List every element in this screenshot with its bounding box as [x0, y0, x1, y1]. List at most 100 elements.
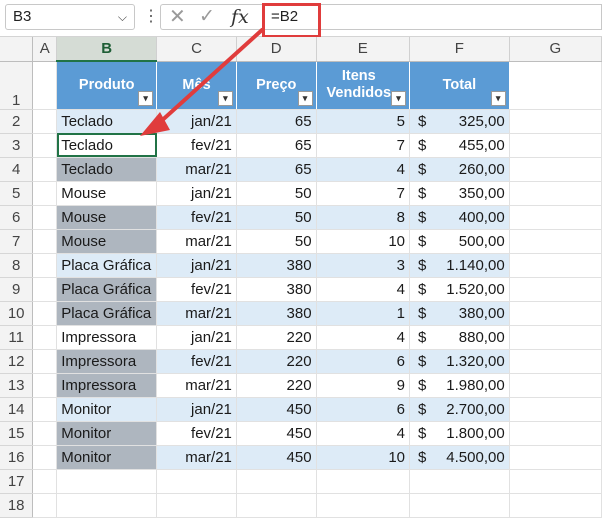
select-all-corner[interactable] — [0, 37, 34, 62]
row-header[interactable]: 5 — [0, 181, 34, 206]
row-header[interactable]: 10 — [0, 301, 34, 326]
row-header[interactable]: 1 — [0, 61, 34, 110]
column-header-g[interactable]: G — [509, 37, 602, 62]
table-header-cell[interactable]: Itens Vendidos ▾ — [316, 61, 411, 110]
produto-cell[interactable]: Monitor — [56, 397, 158, 422]
mes-cell[interactable]: jan/21 — [156, 325, 237, 350]
vertical-ellipsis-icon[interactable]: ⋮ — [143, 6, 159, 26]
cell-g[interactable] — [509, 205, 602, 230]
row-header[interactable]: 11 — [0, 325, 34, 350]
mes-cell[interactable]: mar/21 — [156, 229, 237, 254]
itens-cell[interactable]: 4 — [316, 157, 411, 182]
produto-cell[interactable]: Mouse — [56, 229, 158, 254]
cell-a[interactable] — [32, 349, 58, 374]
row-header[interactable]: 17 — [0, 469, 34, 494]
preco-cell[interactable]: 65 — [236, 109, 317, 134]
produto-cell[interactable]: Impressora — [56, 325, 158, 350]
preco-cell[interactable]: 220 — [236, 373, 317, 398]
itens-cell[interactable]: 9 — [316, 373, 411, 398]
preco-cell[interactable]: 450 — [236, 397, 317, 422]
preco-cell[interactable]: 50 — [236, 229, 317, 254]
column-header-b[interactable]: B — [56, 37, 158, 62]
cell-a[interactable] — [32, 421, 58, 446]
row-header[interactable]: 12 — [0, 349, 34, 374]
row-header[interactable]: 16 — [0, 445, 34, 470]
column-header-a[interactable]: A — [32, 37, 58, 62]
mes-cell[interactable]: mar/21 — [156, 445, 237, 470]
itens-cell[interactable]: 7 — [316, 181, 411, 206]
cell-g[interactable] — [509, 181, 602, 206]
cell-a[interactable] — [32, 157, 58, 182]
name-box[interactable]: B3 ⌵ — [5, 4, 135, 30]
mes-cell[interactable]: jan/21 — [156, 253, 237, 278]
mes-cell[interactable]: fev/21 — [156, 421, 237, 446]
cell-a1[interactable] — [32, 61, 58, 110]
itens-cell[interactable]: 1 — [316, 301, 411, 326]
empty-cell[interactable] — [509, 493, 602, 518]
cell-g[interactable] — [509, 277, 602, 302]
preco-cell[interactable]: 380 — [236, 301, 317, 326]
total-cell[interactable]: $1.980,00 — [409, 373, 510, 398]
preco-cell[interactable]: 65 — [236, 133, 317, 158]
row-header[interactable]: 2 — [0, 109, 34, 134]
cell-g[interactable] — [509, 157, 602, 182]
preco-cell[interactable]: 450 — [236, 445, 317, 470]
itens-cell[interactable]: 10 — [316, 445, 411, 470]
empty-cell[interactable] — [316, 493, 411, 518]
preco-cell[interactable]: 220 — [236, 325, 317, 350]
cell-a[interactable] — [32, 301, 58, 326]
empty-cell[interactable] — [236, 493, 317, 518]
produto-cell[interactable]: Teclado — [56, 109, 158, 134]
row-header[interactable]: 9 — [0, 277, 34, 302]
cell-a[interactable] — [32, 109, 58, 134]
cell-g1[interactable] — [509, 61, 602, 110]
total-cell[interactable]: $325,00 — [409, 109, 510, 134]
cell-g[interactable] — [509, 229, 602, 254]
preco-cell[interactable]: 65 — [236, 157, 317, 182]
row-header[interactable]: 14 — [0, 397, 34, 422]
empty-cell[interactable] — [32, 493, 58, 518]
produto-cell[interactable]: Monitor — [56, 445, 158, 470]
chevron-down-icon[interactable]: ⌵ — [118, 5, 127, 29]
itens-cell[interactable]: 4 — [316, 421, 411, 446]
produto-cell[interactable]: Placa Gráfica — [56, 277, 158, 302]
mes-cell[interactable]: jan/21 — [156, 109, 237, 134]
column-header-c[interactable]: C — [156, 37, 237, 62]
column-header-d[interactable]: D — [236, 37, 317, 62]
table-header-cell[interactable]: Preço ▾ — [236, 61, 317, 110]
filter-dropdown-icon[interactable]: ▾ — [391, 90, 407, 106]
itens-cell[interactable]: 6 — [316, 397, 411, 422]
produto-cell[interactable]: Impressora — [56, 349, 158, 374]
preco-cell[interactable]: 220 — [236, 349, 317, 374]
preco-cell[interactable]: 380 — [236, 253, 317, 278]
produto-cell[interactable]: Monitor — [56, 421, 158, 446]
table-header-cell[interactable]: Produto ▾ — [56, 61, 158, 110]
empty-cell[interactable] — [56, 469, 158, 494]
mes-cell[interactable]: fev/21 — [156, 205, 237, 230]
total-cell[interactable]: $1.520,00 — [409, 277, 510, 302]
row-header[interactable]: 8 — [0, 253, 34, 278]
cell-a[interactable] — [32, 325, 58, 350]
cell-g[interactable] — [509, 445, 602, 470]
produto-cell[interactable]: Teclado — [56, 157, 158, 182]
function-icon[interactable]: fx — [231, 5, 249, 29]
itens-cell[interactable]: 4 — [316, 277, 411, 302]
cell-a[interactable] — [32, 397, 58, 422]
cell-g[interactable] — [509, 397, 602, 422]
cell-a[interactable] — [32, 205, 58, 230]
cell-a[interactable] — [32, 181, 58, 206]
cell-g[interactable] — [509, 421, 602, 446]
mes-cell[interactable]: fev/21 — [156, 277, 237, 302]
filter-dropdown-icon[interactable]: ▾ — [217, 90, 233, 106]
row-header[interactable]: 18 — [0, 493, 34, 518]
x-icon[interactable]: ✕ — [169, 5, 186, 29]
total-cell[interactable]: $2.700,00 — [409, 397, 510, 422]
cell-a[interactable] — [32, 373, 58, 398]
itens-cell[interactable]: 6 — [316, 349, 411, 374]
cell-g[interactable] — [509, 253, 602, 278]
cell-a[interactable] — [32, 253, 58, 278]
table-header-cell[interactable]: Mês ▾ — [156, 61, 237, 110]
itens-cell[interactable]: 8 — [316, 205, 411, 230]
cell-g[interactable] — [509, 325, 602, 350]
total-cell[interactable]: $1.800,00 — [409, 421, 510, 446]
